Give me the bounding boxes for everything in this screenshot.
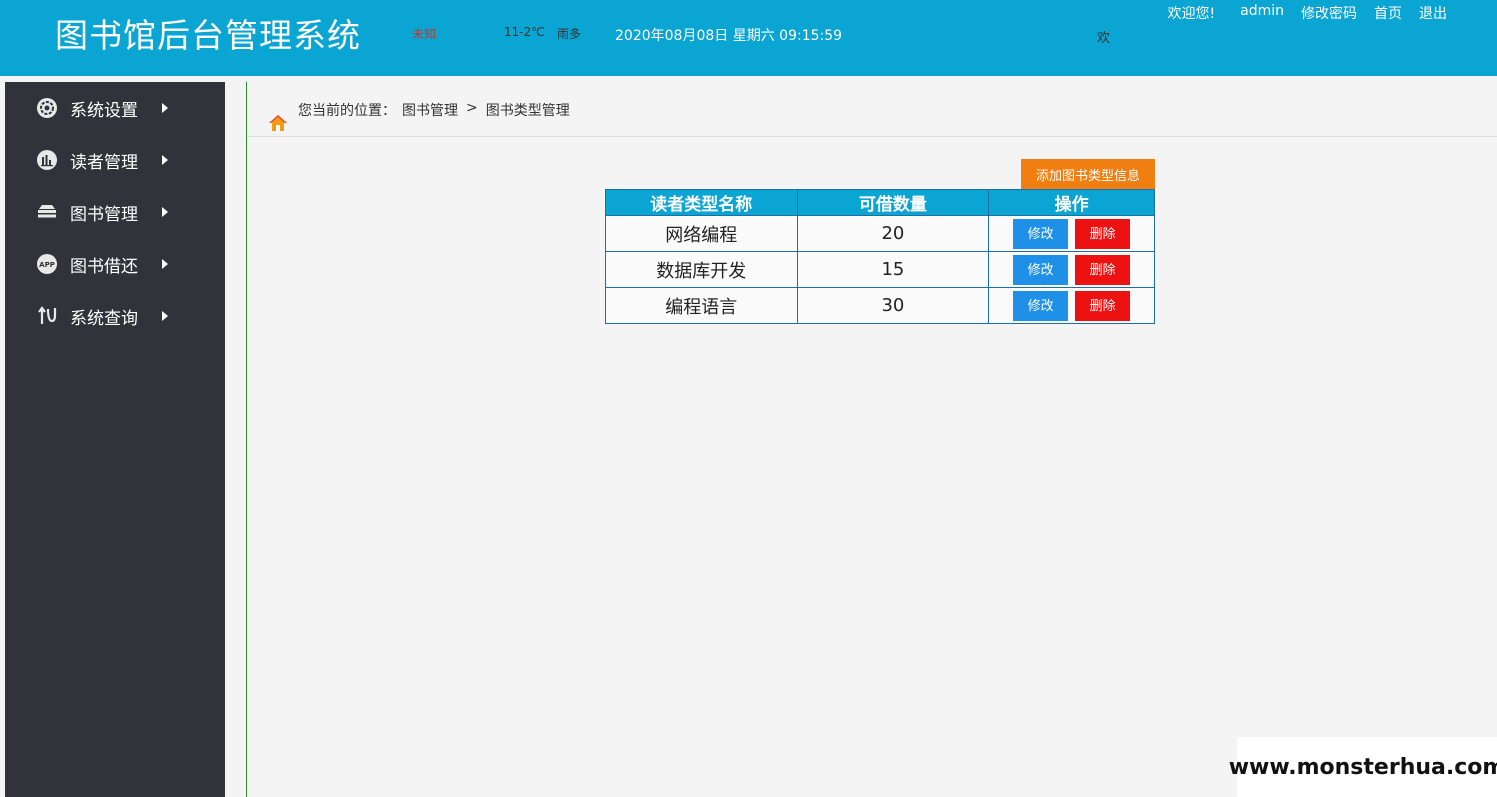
cell-borrow-count: 20 [796,215,990,252]
breadcrumb-level2: 图书类型管理 [485,103,570,119]
edit-button[interactable]: 修改 [1013,218,1069,249]
table-row: 数据库开发 15 修改 删除 [605,251,1155,288]
table-header-row: 读者类型名称 可借数量 操作 [605,189,1155,216]
breadcrumb-level1[interactable]: 图书管理 [402,100,458,120]
app-icon: APP [36,253,58,275]
caret-right-icon [162,311,168,321]
top-header: 图书馆后台管理系统 未知 11-2℃ 雨多 2020年08月08日 星期六 09… [0,0,1497,76]
top-links: 欢迎您! admin 修改密码 首页 退出 [1168,3,1448,23]
edit-button[interactable]: 修改 [1013,254,1069,285]
cell-actions: 修改 删除 [988,287,1155,324]
breadcrumb-prefix: 您当前的位置： [298,103,396,119]
caret-right-icon [162,155,168,165]
caret-right-icon [162,207,168,217]
gear-icon [36,97,58,119]
cell-borrow-count: 30 [796,287,990,324]
sidebar-item-label: 系统查询 [70,308,138,329]
breadcrumb-bar: 您当前的位置： 图书管理 > 图书类型管理 [247,82,1497,137]
app-title: 图书馆后台管理系统 [55,16,361,55]
home-icon [268,114,288,136]
add-book-type-button[interactable]: 添加图书类型信息 [1021,159,1155,189]
weather-temperature: 11-2℃ [504,25,545,39]
layers-icon [36,201,58,223]
sidebar-item-label: 读者管理 [70,152,138,173]
table-row: 网络编程 20 修改 删除 [605,215,1155,252]
delete-button[interactable]: 删除 [1075,254,1131,285]
edit-button[interactable]: 修改 [1013,290,1069,321]
weather-status: 未知 [412,27,437,41]
table-row: 编程语言 30 修改 删除 [605,287,1155,324]
sidebar-item-book-borrow-return[interactable]: APP 图书借还 [5,238,225,290]
delete-button[interactable]: 删除 [1075,290,1131,321]
column-header-actions: 操作 [988,189,1155,216]
cell-actions: 修改 删除 [988,251,1155,288]
bar-chart-icon [36,149,58,171]
sidebar-item-label: 图书管理 [70,204,138,225]
sidebar-item-system-settings[interactable]: 系统设置 [5,82,225,134]
sidebar-item-system-query[interactable]: 系统查询 [5,290,225,342]
breadcrumb: 您当前的位置： 图书管理 > 图书类型管理 [298,100,570,120]
delete-button[interactable]: 删除 [1075,218,1131,249]
swap-icon [36,305,58,327]
sidebar-item-label: 系统设置 [70,100,138,121]
username-link[interactable]: admin [1240,3,1284,23]
breadcrumb-separator: > [466,100,478,116]
main-content: 您当前的位置： 图书管理 > 图书类型管理 添加图书类型信息 读者类型名称 可借… [246,82,1497,797]
current-datetime: 2020年08月08日 星期六 09:15:59 [615,28,843,44]
welcome-text: 欢迎您! [1167,6,1216,22]
cell-type-name: 编程语言 [605,287,798,324]
home-link[interactable]: 首页 [1374,3,1402,23]
watermark: www.monsterhua.com [1229,737,1497,797]
cell-type-name: 数据库开发 [605,251,798,288]
sidebar-item-book-management[interactable]: 图书管理 [5,186,225,238]
welcome-marquee: 欢 [1097,31,1111,46]
book-type-table: 读者类型名称 可借数量 操作 网络编程 20 修改 删除 数据库开发 15 修改删… [605,189,1155,324]
column-header-name: 读者类型名称 [605,189,798,216]
weather-description: 雨多 [557,27,582,41]
caret-right-icon [162,103,168,113]
change-password-link[interactable]: 修改密码 [1301,3,1357,23]
column-header-count: 可借数量 [796,189,990,216]
logout-link[interactable]: 退出 [1419,3,1447,23]
cell-type-name: 网络编程 [605,215,798,252]
svg-text:APP: APP [39,261,55,269]
caret-right-icon [162,259,168,269]
sidebar-item-reader-management[interactable]: 读者管理 [5,134,225,186]
cell-borrow-count: 15 [796,251,990,288]
cell-actions: 修改 删除 [988,215,1155,252]
sidebar-item-label: 图书借还 [70,256,138,277]
sidebar-menu: 系统设置 读者管理 图书管理 APP 图书借还 系统查询 [5,82,225,797]
